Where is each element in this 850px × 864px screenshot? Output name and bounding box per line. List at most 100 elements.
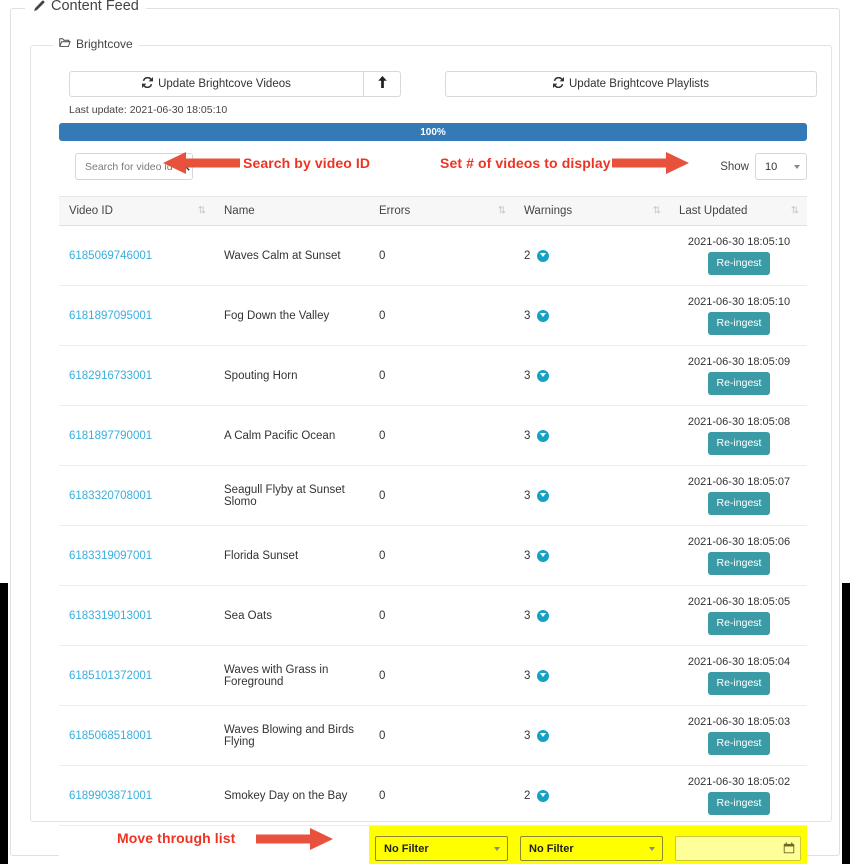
warnings-count: 3	[524, 489, 531, 502]
re-ingest-button[interactable]: Re-ingest	[707, 672, 771, 695]
re-ingest-button[interactable]: Re-ingest	[707, 432, 771, 455]
last-updated-time: 2021-06-30 18:05:04	[687, 656, 791, 668]
cell-errors: 0	[369, 225, 514, 286]
show-entries-group: Show 10	[720, 153, 807, 180]
warnings-download-icon[interactable]	[537, 549, 550, 562]
re-ingest-button[interactable]: Re-ingest	[707, 492, 771, 515]
sync-progress-fill: 100%	[59, 123, 807, 141]
calendar-icon[interactable]	[783, 841, 795, 856]
table-row: 6189903871001 Smokey Day on the Bay 0 2 2021…	[59, 765, 807, 826]
cell-video-id: 6181897095001	[59, 285, 214, 346]
table-row: 6185068518001 Waves Blowing and Birds Fly…	[59, 705, 807, 766]
warnings-download-icon[interactable]	[537, 309, 550, 322]
cell-video-id: 6181897790001	[59, 405, 214, 466]
show-label: Show	[720, 160, 749, 173]
show-entries-select[interactable]: 10	[755, 153, 807, 180]
cell-name: Sea Oats	[214, 585, 369, 646]
cell-name: Smokey Day on the Bay	[214, 765, 369, 826]
column-header-last-updated[interactable]: Last Updated ⇅	[669, 196, 807, 226]
annotation-arrow-search	[163, 152, 240, 174]
warnings-count: 2	[524, 789, 531, 802]
cell-name: Seagull Flyby at Sunset Slomo	[214, 465, 369, 526]
warnings-count: 2	[524, 249, 531, 262]
column-header-name[interactable]: Name	[214, 196, 369, 226]
date-filter-input[interactable]	[675, 836, 801, 861]
refresh-icon	[142, 76, 154, 91]
brightcove-panel: Brightcove Update Brightcove Videos Upda…	[30, 37, 832, 864]
sort-icon[interactable]: ⇅	[791, 206, 799, 217]
last-updated-time: 2021-06-30 18:05:02	[687, 776, 791, 788]
sort-icon[interactable]: ⇅	[653, 206, 661, 217]
video-id-link[interactable]: 6181897095001	[69, 310, 152, 322]
cell-video-id: 6182916733001	[59, 345, 214, 406]
update-brightcove-videos-button[interactable]: Update Brightcove Videos	[69, 71, 364, 97]
cell-errors: 0	[369, 525, 514, 586]
column-header-video-id[interactable]: Video ID ⇅	[59, 196, 214, 226]
warnings-filter-value: No Filter	[529, 842, 574, 855]
window-frame-right-edge	[842, 583, 850, 864]
cell-last-updated: 2021-06-30 18:05:06 Re-ingest	[669, 525, 807, 586]
video-id-link[interactable]: 6189903871001	[69, 790, 152, 802]
video-id-link[interactable]: 6185101372001	[69, 670, 152, 682]
refresh-icon	[553, 76, 564, 91]
cell-warnings: 3	[514, 465, 669, 526]
warnings-download-icon[interactable]	[537, 369, 550, 382]
re-ingest-button[interactable]: Re-ingest	[707, 612, 771, 635]
cell-warnings: 3	[514, 345, 669, 406]
cell-last-updated: 2021-06-30 18:05:02 Re-ingest	[669, 765, 807, 826]
cell-last-updated: 2021-06-30 18:05:03 Re-ingest	[669, 705, 807, 766]
column-header-warnings[interactable]: Warnings ⇅	[514, 196, 669, 226]
cell-video-id: 6185101372001	[59, 645, 214, 706]
brightcove-legend-label: Brightcove	[76, 37, 133, 51]
video-id-link[interactable]: 6185068518001	[69, 730, 152, 742]
cell-name: Waves Calm at Sunset	[214, 225, 369, 286]
update-brightcove-playlists-label: Update Brightcove Playlists	[569, 78, 709, 90]
re-ingest-button[interactable]: Re-ingest	[707, 792, 771, 815]
video-id-link[interactable]: 6183319013001	[69, 610, 152, 622]
cell-video-id: 6183319097001	[59, 525, 214, 586]
video-id-link[interactable]: 6181897790001	[69, 430, 152, 442]
page-title: Content Feed	[25, 0, 146, 14]
re-ingest-button[interactable]: Re-ingest	[707, 552, 771, 575]
table-row: 6181897790001 A Calm Pacific Ocean 0 3 2021-…	[59, 405, 807, 466]
cell-warnings: 3	[514, 405, 669, 466]
warnings-download-icon[interactable]	[537, 729, 550, 742]
page-title-label: Content Feed	[51, 0, 139, 14]
column-label: Last Updated	[679, 205, 748, 217]
chevron-down-icon	[649, 846, 655, 851]
last-updated-time: 2021-06-30 18:05:10	[687, 236, 791, 248]
annotation-pager: Move through list	[117, 830, 236, 846]
re-ingest-button[interactable]: Re-ingest	[707, 312, 771, 335]
cell-name: Waves with Grass in Foreground	[214, 645, 369, 706]
chevron-down-icon	[494, 846, 500, 851]
column-header-errors[interactable]: Errors ⇅	[369, 196, 514, 226]
re-ingest-button[interactable]: Re-ingest	[707, 732, 771, 755]
warnings-download-icon[interactable]	[537, 489, 550, 502]
warnings-download-icon[interactable]	[537, 789, 550, 802]
warnings-download-icon[interactable]	[537, 609, 550, 622]
warnings-download-icon[interactable]	[537, 249, 550, 262]
show-entries-value: 10	[765, 160, 778, 173]
videos-table: Video ID ⇅ Name Errors ⇅ Warnings ⇅ Last…	[59, 196, 807, 864]
table-row: 6183319013001 Sea Oats 0 3 2021-06-30 18:05:…	[59, 585, 807, 646]
errors-filter-select[interactable]: No Filter	[375, 836, 508, 861]
cell-errors: 0	[369, 405, 514, 466]
update-brightcove-playlists-button[interactable]: Update Brightcove Playlists	[445, 71, 817, 97]
sort-icon[interactable]: ⇅	[198, 206, 206, 217]
re-ingest-button[interactable]: Re-ingest	[707, 372, 771, 395]
warnings-count: 3	[524, 309, 531, 322]
video-id-link[interactable]: 6183319097001	[69, 550, 152, 562]
re-ingest-button[interactable]: Re-ingest	[707, 252, 771, 275]
upload-videos-button[interactable]	[364, 71, 401, 97]
video-id-link[interactable]: 6185069746001	[69, 250, 152, 262]
cell-name: A Calm Pacific Ocean	[214, 405, 369, 466]
column-label: Video ID	[69, 205, 113, 217]
video-id-link[interactable]: 6182916733001	[69, 370, 152, 382]
warnings-filter-select[interactable]: No Filter	[520, 836, 663, 861]
sort-icon[interactable]: ⇅	[498, 206, 506, 217]
warnings-download-icon[interactable]	[537, 669, 550, 682]
pencil-icon	[32, 0, 45, 13]
video-id-link[interactable]: 6183320708001	[69, 490, 152, 502]
warnings-download-icon[interactable]	[537, 429, 550, 442]
chevron-down-icon	[794, 164, 800, 169]
